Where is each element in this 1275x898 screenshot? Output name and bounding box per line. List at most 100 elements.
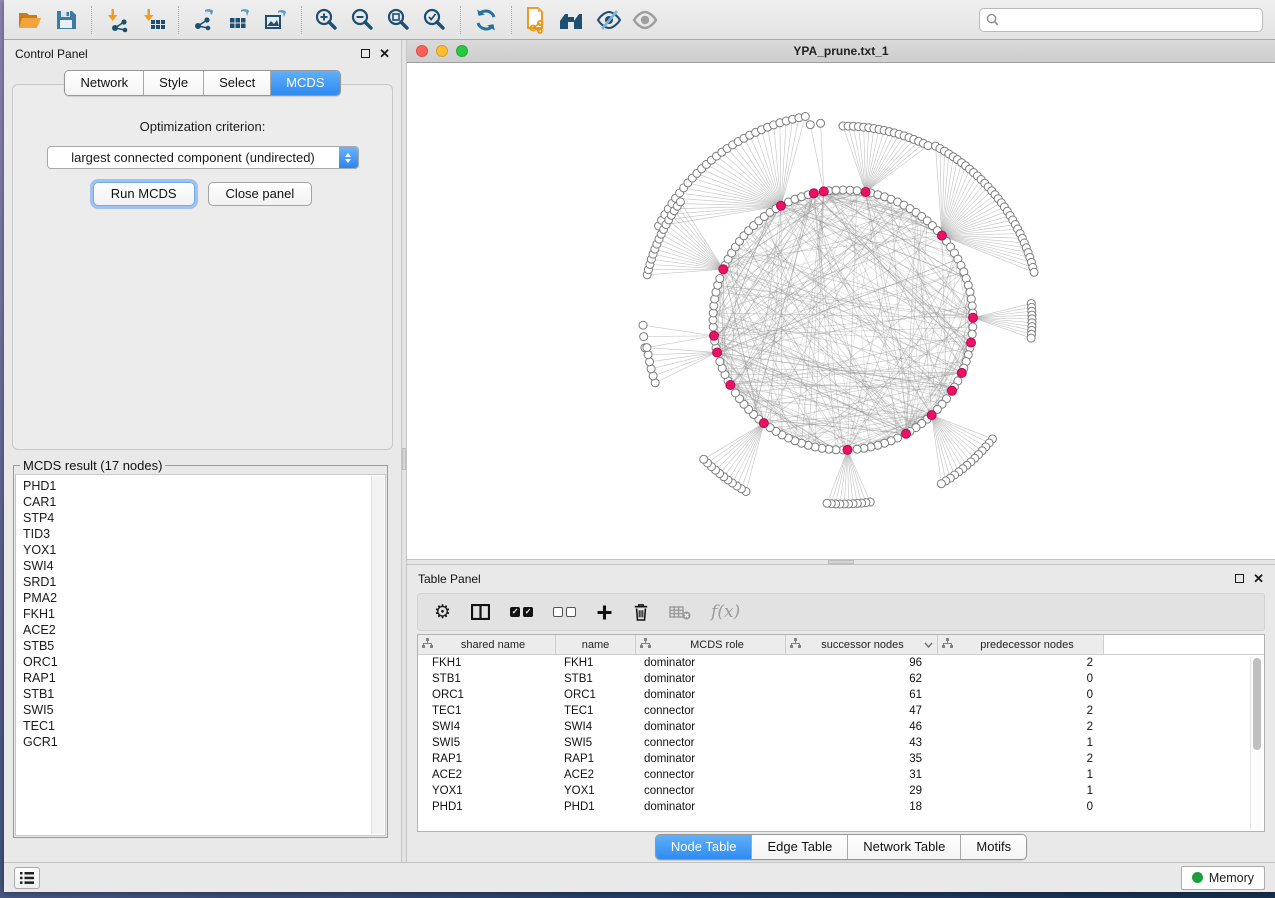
- table-row[interactable]: SWI5SWI5connector431: [418, 735, 1264, 751]
- first-neighbors-icon[interactable]: [555, 4, 591, 36]
- table-row[interactable]: FKH1FKH1dominator962: [418, 655, 1264, 671]
- run-mcds-button[interactable]: Run MCDS: [93, 182, 195, 206]
- table-cell: PHD1: [556, 801, 636, 813]
- mcds-result-item[interactable]: PHD1: [23, 478, 385, 494]
- mcds-list-scrollbar[interactable]: [371, 476, 384, 834]
- table-row[interactable]: SWI4SWI4dominator462: [418, 719, 1264, 735]
- export-network-icon[interactable]: [186, 4, 222, 36]
- table-row[interactable]: RAP1RAP1dominator352: [418, 751, 1264, 767]
- sort-chevron-icon[interactable]: [924, 639, 933, 651]
- zoom-fit-icon[interactable]: [381, 4, 417, 36]
- mcds-result-item[interactable]: TID3: [23, 526, 385, 542]
- tab-network[interactable]: Network: [65, 71, 144, 95]
- table-options-gear-icon[interactable]: ⚙: [434, 603, 451, 622]
- tab-mcds[interactable]: MCDS: [271, 71, 339, 95]
- network-graph[interactable]: [407, 63, 1275, 559]
- column-header-MCDS-role[interactable]: MCDS role: [636, 635, 786, 654]
- close-panel-button[interactable]: Close panel: [208, 182, 313, 206]
- window-zoom-traffic-light[interactable]: [456, 45, 468, 57]
- mcds-result-item[interactable]: ORC1: [23, 654, 385, 670]
- table-tab-edge-table[interactable]: Edge Table: [752, 835, 848, 859]
- splitter-handle[interactable]: [828, 560, 854, 564]
- table-cell: YOX1: [418, 785, 556, 797]
- deselect-all-rows-icon[interactable]: [553, 607, 576, 617]
- table-cell: YOX1: [556, 785, 636, 797]
- network-window-titlebar[interactable]: YPA_prune.txt_1: [407, 40, 1275, 63]
- zoom-in-icon[interactable]: [309, 4, 345, 36]
- tab-select[interactable]: Select: [204, 71, 271, 95]
- mcds-result-item[interactable]: STP4: [23, 510, 385, 526]
- mcds-result-item[interactable]: SRD1: [23, 574, 385, 590]
- mcds-result-item[interactable]: PMA2: [23, 590, 385, 606]
- close-panel-icon[interactable]: ✕: [379, 49, 390, 59]
- export-table-icon[interactable]: [222, 4, 258, 36]
- close-panel-icon[interactable]: ✕: [1253, 574, 1264, 584]
- hide-selected-icon[interactable]: [591, 4, 627, 36]
- column-header-successor-nodes[interactable]: successor nodes: [786, 635, 938, 654]
- clone-network-icon[interactable]: [519, 4, 555, 36]
- table-row[interactable]: PHD1PHD1dominator180: [418, 799, 1264, 815]
- table-tab-node-table[interactable]: Node Table: [656, 835, 753, 859]
- add-column-icon[interactable]: [596, 604, 613, 621]
- zoom-selected-icon[interactable]: [417, 4, 453, 36]
- toolbar-separator: [511, 6, 512, 34]
- table-cell: 1: [938, 785, 1104, 797]
- table-cell: connector: [636, 769, 786, 781]
- table-tab-motifs[interactable]: Motifs: [961, 835, 1026, 859]
- mcds-result-item[interactable]: TEC1: [23, 718, 385, 734]
- delete-column-icon[interactable]: [633, 603, 649, 621]
- mcds-result-item[interactable]: CAR1: [23, 494, 385, 510]
- refresh-network-icon[interactable]: [468, 4, 504, 36]
- dropdown-stepper-icon[interactable]: [339, 147, 358, 168]
- network-canvas[interactable]: [407, 63, 1275, 559]
- task-history-icon[interactable]: [14, 867, 40, 889]
- table-row[interactable]: ACE2ACE2connector311: [418, 767, 1264, 783]
- mcds-result-item[interactable]: YOX1: [23, 542, 385, 558]
- column-header-name[interactable]: name: [556, 635, 636, 654]
- window-close-traffic-light[interactable]: [416, 45, 428, 57]
- memory-button[interactable]: Memory: [1181, 866, 1265, 890]
- show-all-icon[interactable]: [627, 4, 663, 36]
- table-cell: 2: [938, 753, 1104, 765]
- select-all-rows-icon[interactable]: ✓✓: [510, 607, 533, 617]
- table-row[interactable]: TEC1TEC1connector472: [418, 703, 1264, 719]
- horizontal-splitter[interactable]: [407, 559, 1275, 565]
- mcds-result-item[interactable]: STB5: [23, 638, 385, 654]
- tab-style[interactable]: Style: [144, 71, 204, 95]
- import-table-icon[interactable]: [135, 4, 171, 36]
- mcds-result-item[interactable]: GCR1: [23, 734, 385, 750]
- table-row[interactable]: ORC1ORC1dominator610: [418, 687, 1264, 703]
- float-panel-icon[interactable]: [361, 49, 370, 58]
- table-cell: connector: [636, 737, 786, 749]
- main-toolbar: [4, 0, 1275, 40]
- mcds-result-item[interactable]: ACE2: [23, 622, 385, 638]
- zoom-out-icon[interactable]: [345, 4, 381, 36]
- export-image-icon[interactable]: [258, 4, 294, 36]
- splitter-handle[interactable]: [402, 448, 406, 470]
- table-cell: ORC1: [556, 689, 636, 701]
- column-header-shared-name[interactable]: shared name: [418, 635, 556, 654]
- optimization-criterion-dropdown[interactable]: largest connected component (undirected): [47, 146, 359, 169]
- open-file-icon[interactable]: [12, 4, 48, 36]
- table-row[interactable]: STB1STB1dominator620: [418, 671, 1264, 687]
- table-header-row: shared namenameMCDS rolesuccessor nodesp…: [418, 635, 1264, 655]
- import-network-icon[interactable]: [99, 4, 135, 36]
- mcds-result-item[interactable]: SWI5: [23, 702, 385, 718]
- save-session-icon[interactable]: [48, 4, 84, 36]
- table-scrollbar[interactable]: [1250, 657, 1262, 829]
- window-minimize-traffic-light[interactable]: [436, 45, 448, 57]
- table-tab-bar: Node TableEdge TableNetwork TableMotifs: [655, 834, 1027, 860]
- search-input[interactable]: [1004, 13, 1256, 27]
- table-toolbar: ⚙ ✓✓ f(x): [417, 593, 1265, 631]
- table-row[interactable]: YOX1YOX1connector291: [418, 783, 1264, 799]
- mcds-result-item[interactable]: SWI4: [23, 558, 385, 574]
- mcds-result-item[interactable]: RAP1: [23, 670, 385, 686]
- column-header-predecessor-nodes[interactable]: predecessor nodes: [938, 635, 1104, 654]
- mcds-result-item[interactable]: FKH1: [23, 606, 385, 622]
- show-column-panel-icon[interactable]: [471, 604, 490, 620]
- float-panel-icon[interactable]: [1235, 574, 1244, 583]
- table-tab-network-table[interactable]: Network Table: [848, 835, 961, 859]
- table-cell: PHD1: [418, 801, 556, 813]
- mcds-result-item[interactable]: STB1: [23, 686, 385, 702]
- scrollbar-thumb[interactable]: [1253, 658, 1261, 750]
